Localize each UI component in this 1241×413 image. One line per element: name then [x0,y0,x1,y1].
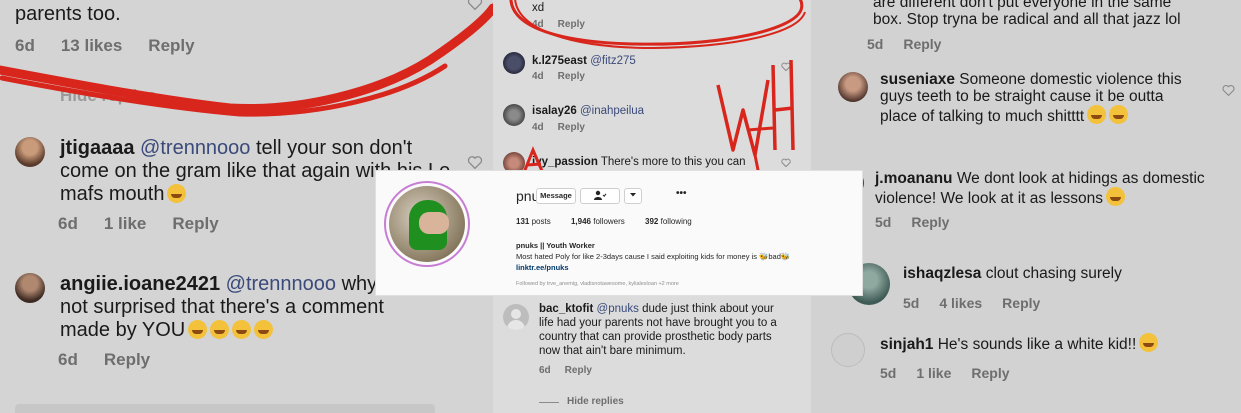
comment-meta: 5d Reply [867,36,961,52]
comment-fragment-text: box. Stop tryna be radical and all that … [873,11,1181,28]
comment-age: 6d [58,214,78,233]
comment-username[interactable]: jtigaaaa [60,137,134,159]
avatar[interactable] [15,137,45,167]
comment-age: 5d [867,36,884,52]
chevron-down-icon [630,193,636,197]
comment-username[interactable]: j.moananu [875,170,953,187]
comment-text: bac_ktofit @pnuks dude just think about … [539,302,779,358]
comment-body: He's sounds like a white kid!! [937,336,1137,353]
comment-body: clout chasing surely [985,265,1122,282]
followers-stat[interactable]: 1,946 followers [571,217,625,226]
laughing-emoji-icon [1087,105,1107,124]
comment-text: sinjah1 He's sounds like a white kid!! [880,333,1159,353]
profile-header-card: pnuks Message ••• 131 posts 1,946 follow… [375,170,863,296]
comment-username[interactable]: sinjah1 [880,336,933,353]
person-check-icon [594,190,607,200]
bio-link[interactable]: linktr.ee/pnuks [516,262,856,273]
avatar[interactable] [831,333,865,367]
comment-meta: 5d 4 likes Reply [903,295,1060,311]
comment-age: 5d [875,214,892,230]
reply-button[interactable]: Reply [172,214,218,233]
comment-username[interactable]: bac_ktofit [539,303,593,315]
laughing-emoji-icon [188,320,208,339]
profile-bio: pnuks || Youth Worker Most hated Poly fo… [516,240,856,273]
avatar[interactable] [15,273,45,303]
hide-replies[interactable]: Hide replies [567,396,624,407]
comment-meta: 5d Reply [875,214,969,230]
comment-fragment-text: are different don't put everyone in the … [873,0,1172,11]
comment-username[interactable]: suseniaxe [880,71,955,88]
person-shrugging-emoji-icon [1106,187,1126,206]
reply-button[interactable]: Reply [1002,295,1040,311]
profile-stats: 131 posts 1,946 followers 392 following [516,217,710,226]
comment-age: 5d [903,295,920,311]
laughing-emoji-icon [254,320,274,339]
laughing-emoji-icon [167,184,187,203]
comment-text: ishaqzlesa clout chasing surely [903,265,1122,282]
comment-username[interactable]: angiie.ioane2421 [60,273,220,295]
following-button[interactable] [580,188,620,204]
comment-text: j.moananu We dont look at hidings as dom… [875,170,1220,207]
like-count[interactable]: 1 like [104,214,147,233]
avatar[interactable] [838,72,868,102]
red-scribble [509,0,806,186]
suggested-dropdown-button[interactable] [624,188,642,204]
heart-icon[interactable] [1222,84,1235,96]
reply-button[interactable]: Reply [565,365,592,376]
laughing-emoji-icon [1109,105,1129,124]
red-scribble [0,3,493,117]
reply-button[interactable]: Reply [971,365,1009,381]
message-button[interactable]: Message [536,188,576,204]
comment-meta: 6d Reply [58,350,176,370]
more-options-button[interactable]: ••• [676,188,687,199]
profile-avatar[interactable] [384,181,470,267]
comment-meta: 5d 1 like Reply [880,365,1030,381]
like-count[interactable]: 1 like [916,365,951,381]
divider [539,402,559,403]
profile-name: pnuks || Youth Worker [516,241,595,250]
laughing-emoji-icon [210,320,230,339]
comment-mention[interactable]: @pnuks [597,303,639,315]
comment-age: 6d [58,350,78,369]
comment-mention[interactable]: @trennnooo [226,273,336,295]
following-stat[interactable]: 392 following [645,217,692,226]
comment-age: 5d [880,365,897,381]
comment-text: angiie.ioane2421 @trennnooo why not surp… [60,273,410,342]
cut-off-comment [15,404,435,413]
comment-age: 6d [539,365,551,376]
like-count[interactable]: 4 likes [939,295,982,311]
comment-meta: 6d Reply [539,365,606,376]
reply-button[interactable]: Reply [903,36,941,52]
reply-button[interactable]: Reply [104,350,150,369]
posts-stat[interactable]: 131 posts [516,217,551,226]
comment-username[interactable]: ishaqzlesa [903,265,981,282]
avatar[interactable] [503,304,529,330]
heart-icon[interactable] [467,155,483,169]
bio-text: Most hated Poly for like 2-3days cause I… [516,252,791,261]
right-comments-panel: are different don't put everyone in the … [811,0,1241,413]
comment-mention[interactable]: @trennnooo [140,137,250,159]
person-facepalming-emoji-icon [1139,333,1159,352]
face-visor [419,212,449,234]
followed-by[interactable]: Followed by trve_anemig, vladisnotawesom… [516,281,679,287]
comment-meta: 6d 1 like Reply [58,214,245,234]
profile-photo [389,186,465,262]
comment-text: suseniaxe Someone domestic violence this… [880,71,1200,125]
reply-button[interactable]: Reply [911,214,949,230]
laughing-emoji-icon [232,320,252,339]
